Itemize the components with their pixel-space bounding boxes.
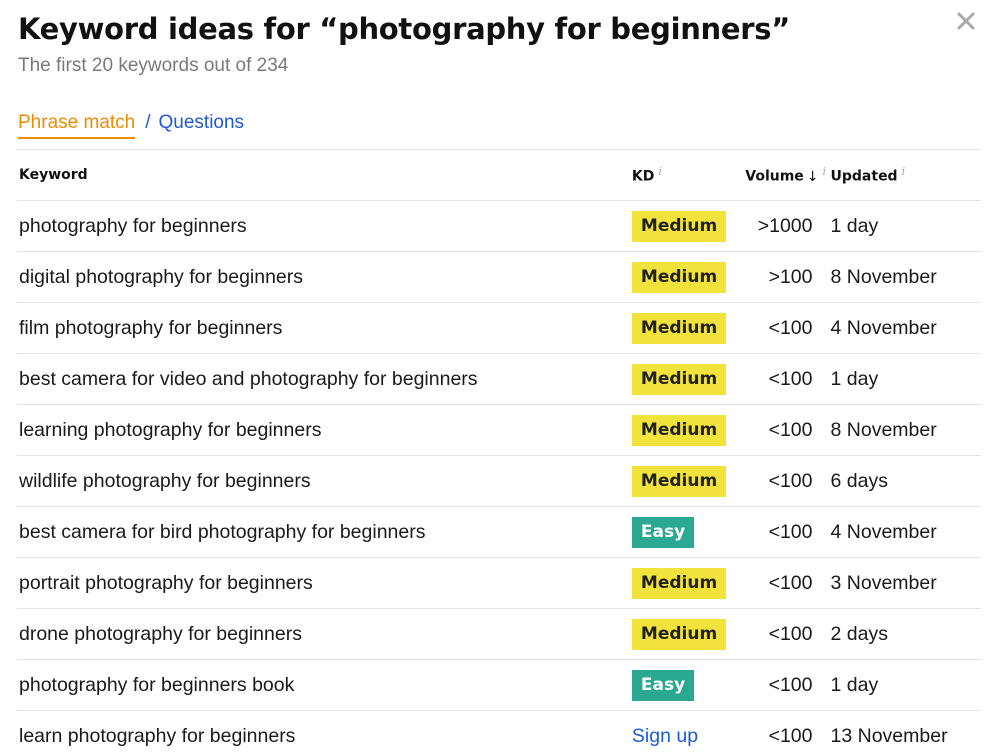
- kd-badge-medium: Medium: [631, 312, 727, 344]
- updated-cell: 1 day: [830, 659, 981, 711]
- volume-cell: <100: [744, 557, 831, 609]
- keyword-cell: drone photography for beginners: [17, 608, 632, 660]
- kd-badge-medium: Medium: [631, 567, 727, 599]
- kd-cell: Medium: [631, 302, 745, 354]
- sort-down-icon: ↓: [806, 168, 819, 185]
- kd-badge-medium: Medium: [631, 618, 727, 650]
- keyword-cell: learn photography for beginners: [19, 724, 296, 747]
- page-subtitle: The first 20 keywords out of 234: [18, 55, 289, 76]
- page-title: Keyword ideas for “photography for begin…: [18, 12, 790, 46]
- kd-cell: Medium: [631, 353, 745, 405]
- keyword-cell: wildlife photography for beginners: [17, 455, 632, 507]
- keyword-cell: photography for beginners book: [17, 659, 632, 711]
- info-icon[interactable]: i: [823, 165, 827, 178]
- table-row[interactable]: best camera for bird photography for beg…: [17, 506, 981, 558]
- table-row[interactable]: wildlife photography for beginners Medium…: [17, 455, 981, 507]
- kd-cell: Sign up: [632, 711, 744, 752]
- kd-badge-easy: Easy: [631, 669, 695, 701]
- table-row[interactable]: learning photography for beginners Medium…: [17, 404, 981, 456]
- volume-cell: <100: [768, 724, 813, 747]
- kd-badge-medium: Medium: [631, 465, 727, 497]
- kd-cell: Medium: [631, 200, 745, 252]
- keyword-cell: best camera for bird photography for beg…: [17, 506, 632, 558]
- column-header-updated: Updated i: [830, 150, 981, 201]
- tab-separator: /: [145, 112, 151, 133]
- table-row[interactable]: photography for beginners Medium >1000 1 da…: [17, 200, 981, 252]
- updated-cell: 4 November: [830, 302, 981, 354]
- updated-cell: 8 November: [830, 404, 981, 456]
- volume-cell: <100: [744, 455, 831, 507]
- volume-cell: <100: [744, 608, 831, 660]
- updated-cell: 2 days: [830, 608, 981, 660]
- keyword-ideas-panel: Keyword ideas for “photography for begin…: [0, 0, 993, 752]
- info-icon[interactable]: i: [658, 165, 662, 178]
- volume-cell: <100: [744, 506, 831, 558]
- tab-phrase-match[interactable]: Phrase match: [18, 110, 136, 139]
- updated-cell: 6 days: [830, 455, 981, 507]
- kd-badge-medium: Medium: [631, 261, 727, 293]
- kd-cell: Medium: [631, 404, 745, 456]
- kd-cell: Medium: [631, 455, 745, 507]
- column-header-volume[interactable]: Volume ↓ i: [744, 150, 831, 201]
- close-icon: [957, 12, 975, 30]
- table-row[interactable]: drone photography for beginners Medium <10…: [17, 608, 981, 660]
- table-row[interactable]: photography for beginners book Easy <100 1 …: [17, 659, 981, 711]
- kd-badge-medium: Medium: [631, 363, 727, 395]
- tab-questions[interactable]: Questions: [159, 110, 245, 136]
- updated-cell: 4 November: [830, 506, 981, 558]
- close-button[interactable]: [951, 6, 981, 36]
- updated-cell: 3 November: [830, 557, 981, 609]
- volume-cell: <100: [744, 302, 831, 354]
- kd-cell: Easy: [631, 506, 745, 558]
- column-header-kd: KD i: [631, 150, 745, 201]
- table-body: photography for beginners Medium >1000 1 da…: [17, 200, 981, 752]
- keyword-cell: digital photography for beginners: [17, 251, 632, 303]
- keyword-cell: learning photography for beginners: [17, 404, 632, 456]
- kd-badge-easy: Easy: [631, 516, 695, 548]
- match-tabs: Phrase match / Questions: [18, 110, 981, 140]
- keyword-cell: best camera for video and photography fo…: [17, 353, 632, 405]
- table-row[interactable]: digital photography for beginners Medium >…: [17, 251, 981, 303]
- kd-cell: Medium: [631, 608, 745, 660]
- table-row[interactable]: film photography for beginners Medium <100…: [17, 302, 981, 354]
- kd-badge-medium: Medium: [631, 210, 727, 242]
- keyword-table: Keyword KD i Volume ↓ i Updated i photograph…: [17, 150, 981, 752]
- volume-cell: <100: [744, 659, 831, 711]
- table-row[interactable]: portrait photography for beginners Medium…: [17, 557, 981, 609]
- updated-cell: 13 November: [830, 724, 948, 747]
- signup-link[interactable]: Sign up: [632, 725, 698, 747]
- updated-cell: 1 day: [830, 353, 981, 405]
- table-row[interactable]: learn photography for beginners Sign up <1…: [17, 711, 981, 752]
- volume-cell: <100: [744, 353, 831, 405]
- updated-cell: 1 day: [830, 200, 981, 252]
- info-icon[interactable]: i: [902, 165, 906, 178]
- keyword-cell: photography for beginners: [17, 200, 632, 252]
- volume-cell: >100: [744, 251, 831, 303]
- volume-cell: <100: [744, 404, 831, 456]
- kd-cell: Medium: [631, 557, 745, 609]
- table-header-row: Keyword KD i Volume ↓ i Updated i: [17, 150, 981, 201]
- keyword-cell: film photography for beginners: [17, 302, 632, 354]
- column-header-keyword: Keyword: [17, 150, 632, 201]
- updated-cell: 8 November: [830, 251, 981, 303]
- volume-cell: >1000: [744, 200, 831, 252]
- kd-cell: Medium: [631, 251, 745, 303]
- kd-badge-medium: Medium: [631, 414, 727, 446]
- kd-cell: Easy: [631, 659, 745, 711]
- keyword-cell: portrait photography for beginners: [17, 557, 632, 609]
- table-row[interactable]: best camera for video and photography fo…: [17, 353, 981, 405]
